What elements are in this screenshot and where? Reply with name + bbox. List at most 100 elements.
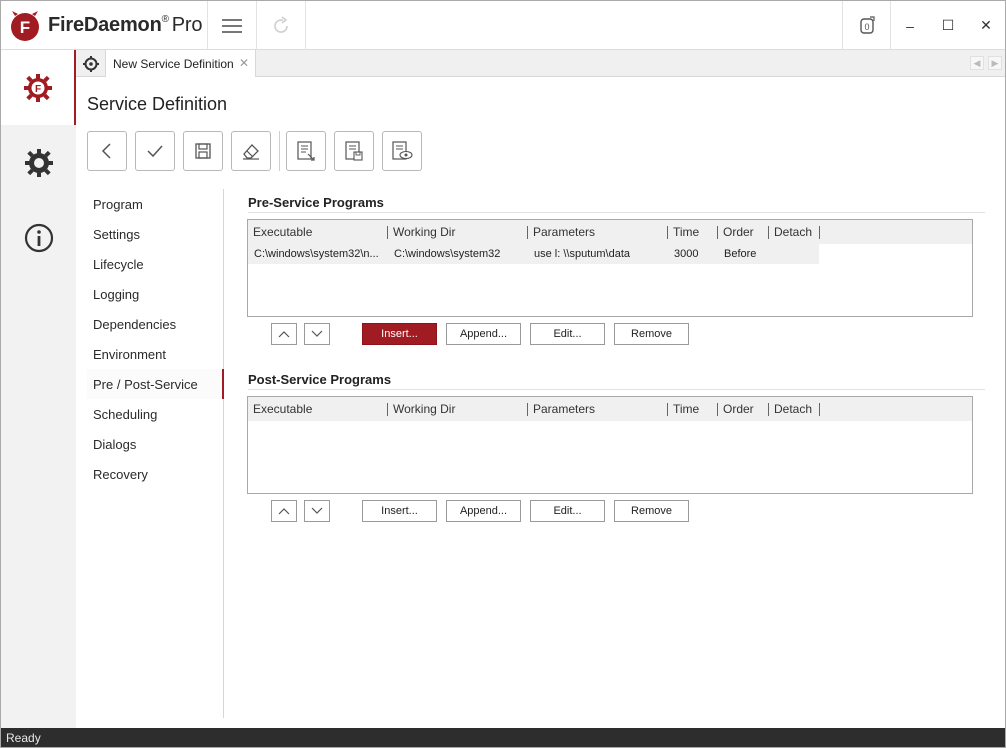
pre-service-buttons: Insert... Append... Edit... Remove [271, 323, 698, 345]
section-divider [248, 212, 985, 213]
toolbar-divider [279, 131, 280, 171]
pre-append-button[interactable]: Append... [446, 323, 521, 345]
status-bar: Ready [1, 728, 1005, 747]
document-save-icon [345, 141, 363, 161]
toolbar [87, 131, 430, 171]
column-header-order[interactable]: Order [718, 220, 769, 244]
tab-home[interactable] [76, 50, 106, 77]
check-icon [147, 145, 163, 158]
post-move-up-button[interactable] [271, 500, 297, 522]
column-header-parameters[interactable]: Parameters [528, 220, 668, 244]
app-edition: Pro [171, 14, 203, 36]
app-name: FireDaemon [48, 14, 162, 36]
post-insert-button[interactable]: Insert... [362, 500, 437, 522]
column-header-executable[interactable]: Executable [248, 397, 388, 421]
clear-button[interactable] [231, 131, 271, 171]
tab-label: New Service Definition [113, 56, 234, 71]
status-text: Ready [6, 730, 41, 745]
column-header-detach[interactable]: Detach [769, 397, 820, 421]
export-button[interactable] [334, 131, 374, 171]
registered-mark: ® [161, 14, 169, 25]
pre-service-grid[interactable]: Executable Working Dir Parameters Time O… [247, 219, 973, 317]
tab-strip: New Service Definition ✕ ◀ ▶ [76, 50, 1005, 77]
rail-item-settings[interactable] [1, 125, 76, 200]
tab-scroll-left-icon[interactable]: ◀ [970, 56, 984, 70]
left-rail: F [1, 50, 76, 728]
nav-item-recovery[interactable]: Recovery [87, 459, 223, 489]
column-header-working-dir[interactable]: Working Dir [388, 397, 528, 421]
chevron-up-icon [278, 508, 290, 515]
nav-item-pre-post-service[interactable]: Pre / Post-Service [87, 369, 224, 399]
cell-executable: C:\windows\system32\n... [254, 248, 379, 260]
back-button[interactable] [87, 131, 127, 171]
post-append-button[interactable]: Append... [446, 500, 521, 522]
cell-time: 3000 [674, 248, 699, 260]
pre-move-down-button[interactable] [304, 323, 330, 345]
nav-item-dependencies[interactable]: Dependencies [87, 309, 223, 339]
app-window: F FireDaemon® Pro 0 – ☐ ✕ F New Service … [0, 0, 1006, 748]
post-service-buttons: Insert... Append... Edit... Remove [271, 500, 698, 522]
tab-close-icon[interactable]: ✕ [239, 56, 249, 70]
section-divider [248, 389, 985, 390]
nav-item-lifecycle[interactable]: Lifecycle [87, 249, 223, 279]
nav-item-logging[interactable]: Logging [87, 279, 223, 309]
cell-parameters: use l: \\sputum\data [534, 248, 630, 260]
column-header-executable[interactable]: Executable [248, 220, 388, 244]
pre-move-up-button[interactable] [271, 323, 297, 345]
grid-header: Executable Working Dir Parameters Time O… [248, 220, 972, 244]
svg-text:0: 0 [864, 22, 869, 32]
page-title: Service Definition [87, 94, 228, 114]
gear-icon [24, 148, 53, 177]
post-move-down-button[interactable] [304, 500, 330, 522]
pin-button[interactable]: 0 [842, 1, 891, 50]
preview-button[interactable] [382, 131, 422, 171]
column-header-order[interactable]: Order [718, 397, 769, 421]
post-remove-button[interactable]: Remove [614, 500, 689, 522]
post-edit-button[interactable]: Edit... [530, 500, 605, 522]
nav-item-environment[interactable]: Environment [87, 339, 223, 369]
chevron-down-icon [311, 507, 323, 514]
hamburger-icon [222, 18, 242, 33]
rail-item-services[interactable]: F [1, 50, 76, 125]
nav-item-scheduling[interactable]: Scheduling [87, 399, 223, 429]
column-header-working-dir[interactable]: Working Dir [388, 220, 528, 244]
pre-edit-button[interactable]: Edit... [530, 323, 605, 345]
column-header-detach[interactable]: Detach [769, 220, 820, 244]
table-row[interactable]: C:\windows\system32\n... C:\windows\syst… [248, 244, 819, 264]
apply-button[interactable] [135, 131, 175, 171]
column-header-time[interactable]: Time [668, 397, 718, 421]
service-gear-icon [82, 55, 99, 72]
minimize-button[interactable]: – [891, 1, 929, 50]
tab-scroll-right-icon[interactable]: ▶ [988, 56, 1002, 70]
maximize-button[interactable]: ☐ [929, 1, 967, 50]
floppy-icon [195, 143, 211, 159]
post-service-grid[interactable]: Executable Working Dir Parameters Time O… [247, 396, 973, 494]
column-header-time[interactable]: Time [668, 220, 718, 244]
column-header-parameters[interactable]: Parameters [528, 397, 668, 421]
import-button[interactable] [286, 131, 326, 171]
info-icon [24, 223, 53, 252]
nav-item-program[interactable]: Program [87, 189, 223, 219]
pre-remove-button[interactable]: Remove [614, 323, 689, 345]
rail-item-about[interactable] [1, 200, 76, 275]
refresh-icon [274, 15, 288, 33]
pre-insert-button[interactable]: Insert... [362, 323, 437, 345]
close-button[interactable]: ✕ [967, 1, 1005, 50]
save-button[interactable] [183, 131, 223, 171]
firedaemon-gear-icon: F [23, 73, 52, 102]
menu-button[interactable] [208, 1, 257, 50]
svg-text:F: F [34, 84, 40, 95]
nav-item-settings[interactable]: Settings [87, 219, 223, 249]
refresh-button[interactable] [257, 1, 306, 50]
chevron-up-icon [278, 331, 290, 338]
cell-order: Before [724, 248, 757, 260]
section-nav: Program Settings Lifecycle Logging Depen… [87, 189, 224, 718]
chevron-down-icon [311, 330, 323, 337]
tab-new-service-definition[interactable]: New Service Definition ✕ [106, 50, 256, 77]
pre-service-title: Pre-Service Programs [248, 195, 384, 210]
nav-item-dialogs[interactable]: Dialogs [87, 429, 223, 459]
grid-header: Executable Working Dir Parameters Time O… [248, 397, 972, 421]
document-preview-icon [392, 141, 413, 160]
document-import-icon [297, 141, 315, 161]
post-service-title: Post-Service Programs [248, 372, 392, 387]
